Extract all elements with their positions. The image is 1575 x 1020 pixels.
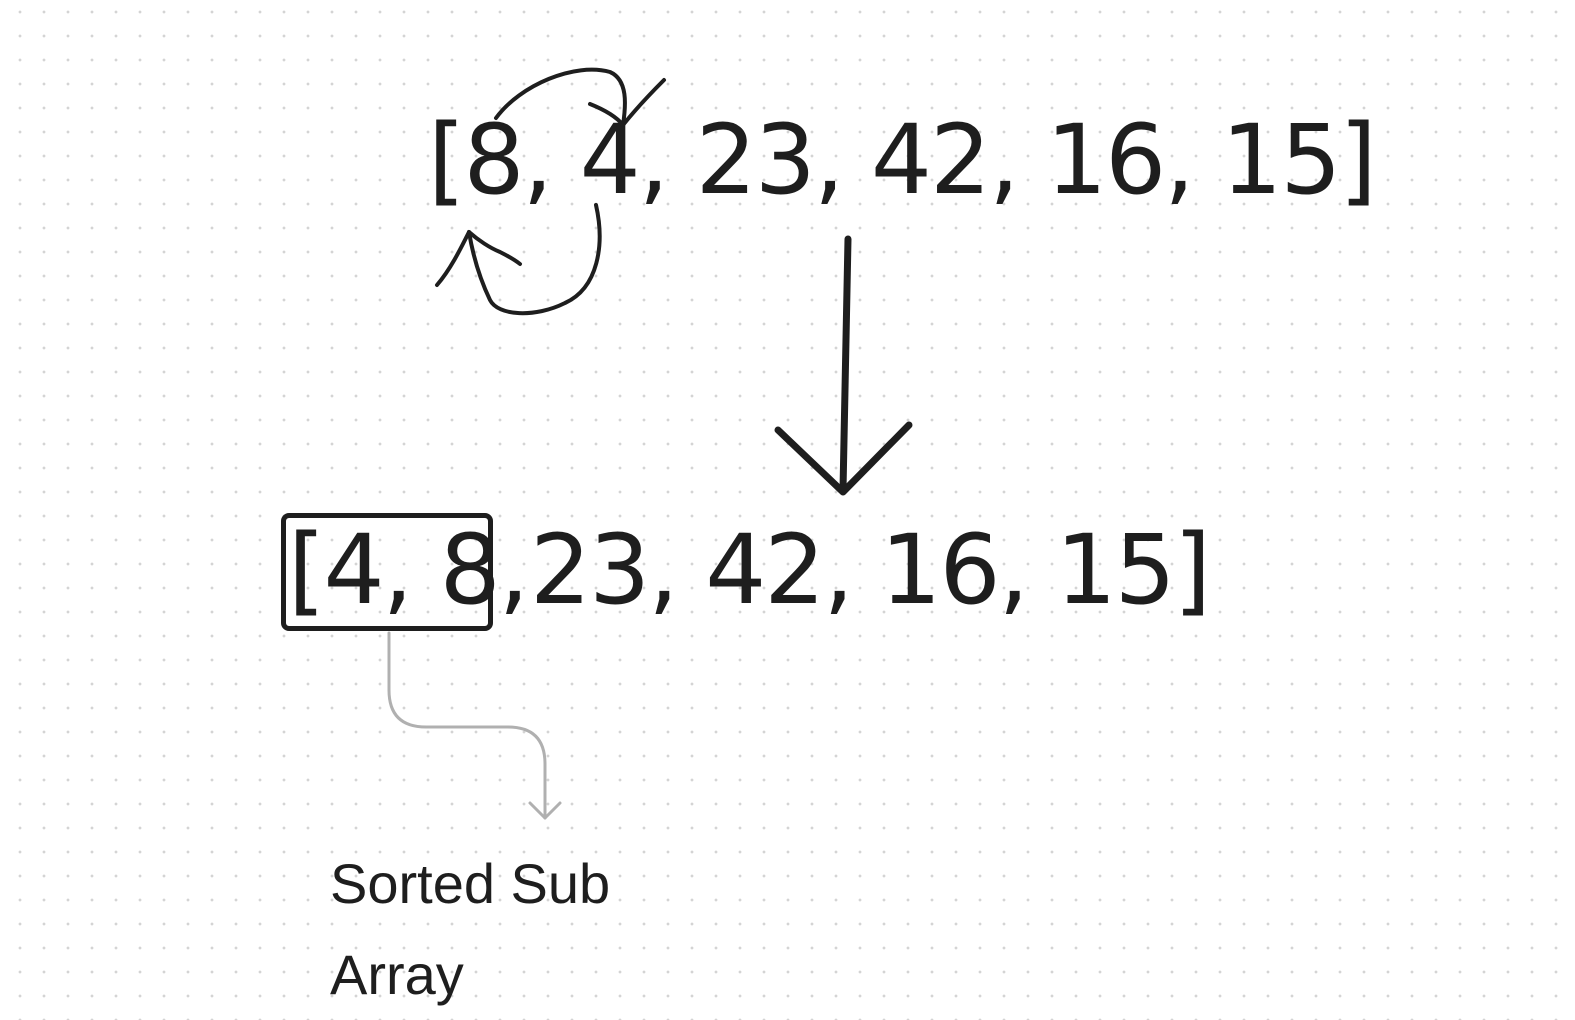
label-line-2: Array <box>330 943 464 1006</box>
elbow-arrow-icon[interactable] <box>387 631 562 820</box>
whiteboard-canvas[interactable]: [8, 4, 23, 42, 16, 15] [4, 8, 23, 42, 16… <box>0 0 1575 1011</box>
drawing-layer <box>387 67 913 820</box>
swap-arrow-bottom-icon[interactable] <box>435 203 602 316</box>
label-line-1: Sorted Sub <box>330 852 611 915</box>
sorted-subarray-label: Sorted Sub Array <box>330 838 670 1020</box>
down-arrow-icon[interactable] <box>774 235 913 496</box>
swap-arrow-top-icon[interactable] <box>494 67 666 127</box>
